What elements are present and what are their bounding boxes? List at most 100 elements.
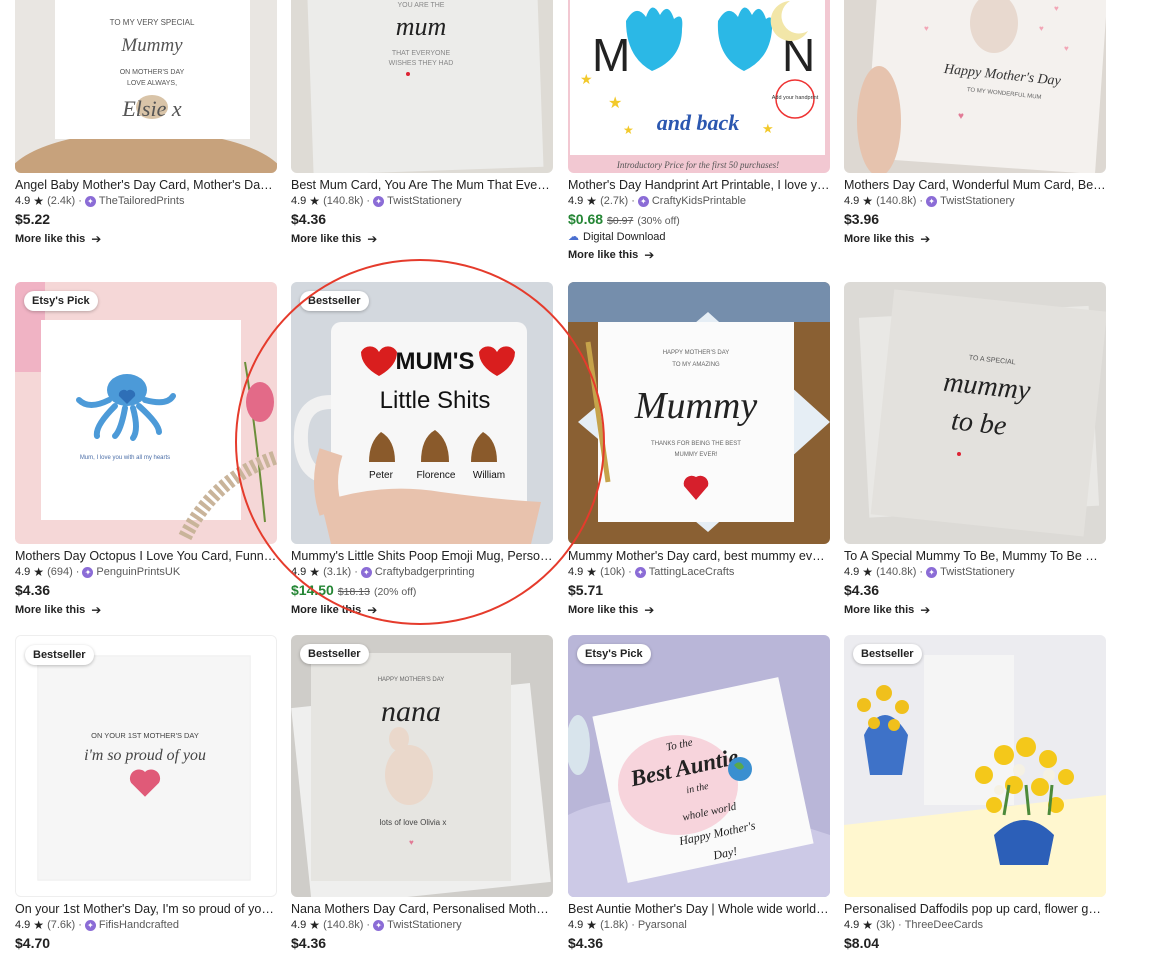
discount-label: (20% off) [373, 586, 417, 598]
svg-text:ON YOUR 1ST MOTHER'S DAY: ON YOUR 1ST MOTHER'S DAY [91, 731, 199, 740]
star-seller-icon: ✦ [373, 920, 385, 931]
more-like-this-button[interactable]: More like this ➔ [291, 230, 553, 248]
star-icon: ★ [586, 194, 598, 208]
shop-name[interactable]: FifisHandcrafted [99, 918, 179, 933]
listing-title[interactable]: Mothers Day Card, Wonderful Mum Card, Be… [844, 177, 1106, 194]
shop-name[interactable]: TwistStationery [940, 194, 1015, 209]
star-seller-icon: ✦ [926, 567, 938, 578]
more-like-this-button[interactable]: More like this ➔ [844, 601, 1106, 619]
shop-name[interactable]: ThreeDeeCards [905, 918, 983, 933]
listing-title[interactable]: To A Special Mummy To Be, Mummy To Be Ca… [844, 548, 1106, 565]
svg-text:♥: ♥ [1039, 24, 1044, 33]
rating-value: 4.9 [844, 195, 860, 207]
listing-card[interactable]: Mum, I love you with all my hearts Etsy'… [15, 282, 277, 619]
svg-text:mum: mum [396, 12, 447, 41]
more-like-this-button[interactable]: More like this ➔ [15, 230, 277, 248]
card-photo: To the Best Auntie in the whole world Ha… [568, 635, 830, 897]
shop-name[interactable]: TattingLaceCrafts [649, 565, 735, 580]
original-price: $0.97 [607, 215, 634, 227]
svg-text:Mummy: Mummy [634, 385, 758, 427]
shop-name[interactable]: PenguinPrintsUK [96, 565, 180, 580]
listing-card[interactable]: MUM'S Little Shits Peter Florence Willia… [291, 282, 553, 619]
star-icon: ★ [33, 918, 45, 932]
star-seller-icon: ✦ [360, 567, 372, 578]
review-count: (10k) [600, 566, 626, 578]
listing-image[interactable]: M N and back Add your handprint ★ ★ ★ ★ … [568, 0, 830, 173]
listing-card[interactable]: Happy Mother's Day TO MY WONDERFUL MUM ♥… [844, 0, 1106, 248]
listing-card[interactable]: To the Best Auntie in the whole world Ha… [568, 635, 830, 953]
price: $4.36 [568, 935, 604, 951]
listing-image[interactable]: MUM'S Little Shits Peter Florence Willia… [291, 282, 553, 544]
listing-title[interactable]: Mothers Day Octopus I Love You Card, Fun… [15, 548, 277, 565]
listing-image[interactable]: HAPPY MOTHER'S DAY TO MY AMAZING Mummy T… [568, 282, 830, 544]
listing-title[interactable]: Best Mum Card, You Are The Mum That Ever… [291, 177, 553, 194]
svg-text:Add your handprint: Add your handprint [772, 95, 819, 101]
listing-card[interactable]: HAPPY MOTHER'S DAY nana lots of love Oli… [291, 635, 553, 953]
more-like-this-button[interactable]: More like this ➔ [568, 246, 830, 264]
listing-image[interactable]: Bestseller [844, 635, 1106, 897]
listing-image[interactable]: To the Best Auntie in the whole world Ha… [568, 635, 830, 897]
listing-card[interactable]: ON YOUR 1ST MOTHER'S DAY i'm so proud of… [15, 635, 277, 953]
star-icon: ★ [33, 194, 45, 208]
listing-title[interactable]: Personalised Daffodils pop up card, flow… [844, 901, 1106, 918]
listing-card[interactable]: TO A SPECIAL mummy to be To A Special Mu… [844, 282, 1106, 619]
svg-text:YOU ARE THE: YOU ARE THE [398, 2, 445, 9]
shop-name[interactable]: TwistStationery [387, 194, 462, 209]
svg-text:i'm so proud of you: i'm so proud of you [84, 747, 206, 764]
shop-name[interactable]: TheTailoredPrints [99, 194, 185, 209]
listing-card[interactable]: M N and back Add your handprint ★ ★ ★ ★ … [568, 0, 830, 264]
listing-image[interactable]: Mum, I love you with all my hearts Etsy'… [15, 282, 277, 544]
shop-name[interactable]: TwistStationery [940, 565, 1015, 580]
card-photo: HAPPY MOTHER'S DAY nana lots of love Oli… [291, 635, 553, 897]
listing-title[interactable]: On your 1st Mother's Day, I'm so proud o… [15, 901, 277, 918]
listing-title[interactable]: Mummy Mother's Day card, best mummy ever… [568, 548, 830, 565]
review-count: (1.8k) [600, 919, 629, 931]
svg-text:lots of love Olivia x: lots of love Olivia x [380, 818, 447, 827]
star-seller-icon: ✦ [634, 567, 646, 578]
listing-card[interactable]: YOU ARE THE mum THAT EVERYONE WISHES THE… [291, 0, 553, 248]
listing-title[interactable]: Best Auntie Mother's Day | Whole wide wo… [568, 901, 830, 918]
listing-image[interactable]: Happy Mother's Day TO MY WONDERFUL MUM ♥… [844, 0, 1106, 173]
card-photo: Happy Mother's Day TO MY WONDERFUL MUM ♥… [844, 0, 1106, 173]
rating-value: 4.9 [568, 566, 584, 578]
star-seller-icon: ✦ [637, 196, 649, 207]
star-icon: ★ [862, 918, 874, 932]
svg-text:nana: nana [381, 695, 441, 728]
review-count: (7.6k) [47, 919, 76, 931]
svg-text:MUM'S: MUM'S [395, 348, 474, 375]
arrow-right-icon: ➔ [91, 603, 102, 617]
svg-text:THANKS FOR BEING THE BEST: THANKS FOR BEING THE BEST [651, 441, 741, 447]
shop-name[interactable]: CraftyKidsPrintable [652, 194, 746, 209]
more-like-this-button[interactable]: More like this ➔ [15, 601, 277, 619]
listing-title[interactable]: Mother's Day Handprint Art Printable, I … [568, 177, 830, 194]
listing-meta: 4.9 ★ (140.8k) · ✦ TwistStationery [291, 918, 462, 933]
listing-image[interactable]: ON YOUR 1ST MOTHER'S DAY i'm so proud of… [15, 635, 277, 897]
listing-image[interactable]: TO MY VERY SPECIAL Mummy ON MOTHER'S DAY… [15, 0, 277, 173]
review-count: (140.8k) [876, 195, 917, 207]
price: $5.71 [568, 582, 604, 598]
more-like-this-button[interactable]: More like this ➔ [844, 230, 1106, 248]
listing-card[interactable]: HAPPY MOTHER'S DAY TO MY AMAZING Mummy T… [568, 282, 830, 619]
listing-meta: 4.9 ★ (694) · ✦ PenguinPrintsUK [15, 565, 181, 580]
arrow-right-icon: ➔ [644, 248, 655, 262]
listing-title[interactable]: Mummy's Little Shits Poop Emoji Mug, Per… [291, 548, 553, 565]
shop-name[interactable]: Pyarsonal [638, 918, 687, 933]
more-like-this-button[interactable]: More like this ➔ [291, 601, 553, 619]
listing-card[interactable]: Bestseller Personalised Daffodils pop up… [844, 635, 1106, 953]
listing-meta: 4.9 ★ (3.1k) · ✦ Craftybadgerprinting [291, 565, 475, 580]
shop-name[interactable]: Craftybadgerprinting [375, 565, 475, 580]
listing-title[interactable]: Nana Mothers Day Card, Personalised Moth… [291, 901, 553, 918]
listing-card[interactable]: TO MY VERY SPECIAL Mummy ON MOTHER'S DAY… [15, 0, 277, 248]
more-like-this-button[interactable]: More like this ➔ [568, 601, 830, 619]
listing-image[interactable]: YOU ARE THE mum THAT EVERYONE WISHES THE… [291, 0, 553, 173]
shop-name[interactable]: TwistStationery [387, 918, 462, 933]
price: $4.36 [844, 582, 880, 598]
listing-title[interactable]: Angel Baby Mother's Day Card, Mother's D… [15, 177, 277, 194]
price-row: $14.50 $18.13 (20% off) [291, 580, 553, 600]
listing-image[interactable]: TO A SPECIAL mummy to be [844, 282, 1106, 544]
price: $4.36 [291, 935, 327, 951]
listing-image[interactable]: HAPPY MOTHER'S DAY nana lots of love Oli… [291, 635, 553, 897]
rating-value: 4.9 [844, 919, 860, 931]
svg-text:★: ★ [608, 95, 622, 112]
svg-text:THAT EVERYONE: THAT EVERYONE [392, 50, 451, 57]
